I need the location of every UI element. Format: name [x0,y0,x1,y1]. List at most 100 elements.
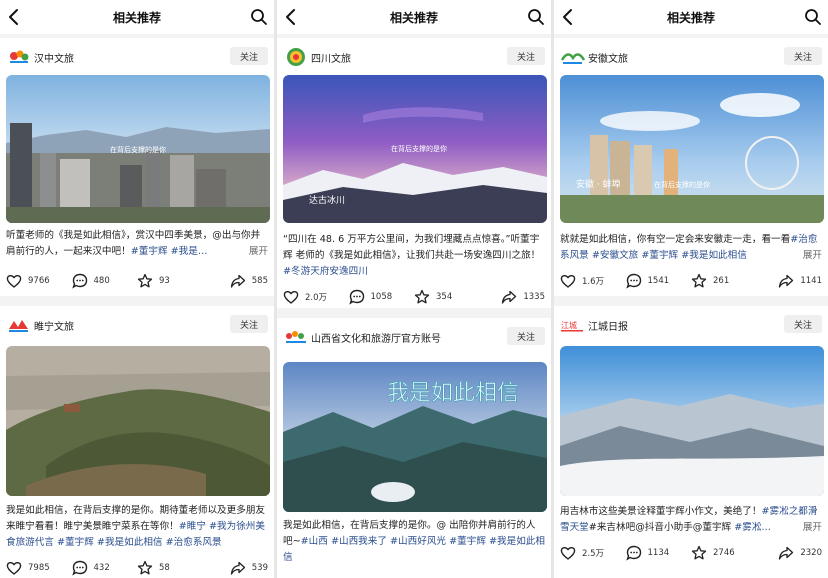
share-button[interactable]: 585 [203,273,268,289]
share-button[interactable]: 1335 [480,289,545,305]
hashtag[interactable]: #山西我来了 [331,536,387,547]
like-button[interactable]: 9766 [6,273,72,289]
hashtag[interactable]: #山西好风光 [390,536,446,547]
star-icon [691,273,707,288]
expand-link[interactable]: 展开 [803,520,822,536]
follow-button[interactable]: 关注 [507,327,545,345]
follow-button[interactable]: 关注 [507,47,545,65]
comment-button[interactable]: 1134 [625,545,692,561]
hashtag[interactable]: #董宇辉 [449,536,486,547]
hashtag[interactable]: #我是… [171,246,208,257]
post-caption[interactable]: 用吉林市这些美景诠释董宇辉小作文，美绝了！#雾凇之都滑雪天堂#来吉林吧@抖音小助… [560,504,822,536]
card-header: 睢宁文旅 关注 [0,306,274,344]
hashtag[interactable]: #安徽文旅 [592,250,638,261]
hashtag[interactable]: #山西 [301,536,328,547]
hashtag[interactable]: #董宇辉 [641,250,678,261]
search-icon[interactable] [250,8,268,26]
video-thumbnail[interactable]: 在背后支撑的是你 [6,75,270,223]
back-arrow-icon[interactable] [560,7,578,27]
hashtag[interactable]: #我是如此相信 [97,537,163,548]
follow-button[interactable]: 关注 [784,47,822,65]
share-button[interactable]: 2320 [757,545,822,561]
video-card[interactable]: 四川文旅 关注 在背后支撑的是你 达古冰川 “四川在 48. 6 万平方公里间，… [277,38,551,308]
video-thumbnail[interactable]: 我是如此相信 [283,362,547,512]
favorite-count: 93 [159,276,170,286]
hashtag[interactable]: #我是如此相信 [681,250,747,261]
video-card[interactable]: 江城 江城日报 关注 用吉林市这些美景诠释董宇辉小作文，美绝了！#雾凇之都滑雪天… [554,306,828,578]
account-logo[interactable] [6,315,32,335]
video-card[interactable]: 汉中文旅 关注 在背后支撑的是你 听董老师的《我是如此相信》，赏汉中四季美景，@… [0,38,274,296]
share-button[interactable]: 539 [203,560,268,576]
share-button[interactable]: 1141 [757,273,822,289]
like-button[interactable]: 1.6万 [560,273,626,289]
comment-button[interactable]: 1541 [625,273,692,289]
hashtag[interactable]: #冬游天府安逸四川 [283,266,368,277]
favorite-button[interactable]: 58 [137,560,203,576]
search-icon[interactable] [804,8,822,26]
hashtag[interactable]: #治愈系风景 [166,537,222,548]
action-bar: 9766 480 93 585 [6,272,268,290]
caption-text: 用吉林市这些美景诠释董宇辉小作文，美绝了！ [560,506,762,517]
account-name[interactable]: 安徽文旅 [588,50,628,65]
follow-button[interactable]: 关注 [230,315,268,333]
video-card[interactable]: 山西省文化和旅游厅官方账号 关注 我是如此相信 我是如此相信，在背后支撑的是你。… [277,318,551,578]
favorite-button[interactable]: 93 [137,273,203,289]
video-thumbnail[interactable]: 在背后支撑的是你 达古冰川 [283,75,547,223]
comment-button[interactable]: 480 [71,273,138,289]
comment-button[interactable]: 1058 [348,289,415,305]
video-thumbnail[interactable] [560,346,824,496]
favorite-button[interactable]: 2746 [691,545,757,561]
video-card[interactable]: 睢宁文旅 关注 我是如此相信，在背后支撑的是你。期待董老师以及更多朋友来睢宁看看… [0,306,274,578]
expand-link[interactable]: 展开 [249,244,268,260]
like-button[interactable]: 2.0万 [283,289,349,305]
favorite-button[interactable]: 261 [691,273,757,289]
post-caption[interactable]: 就就是如此相信，你有空一定会来安徽走一走，看一看#治愈系风景 #安徽文旅 #董宇… [560,232,822,264]
account-logo[interactable] [283,327,309,347]
share-count: 585 [251,276,268,286]
video-overlay-text: 在背后支撑的是你 [110,145,166,154]
caption-text: “四川在 48. 6 万平方公里间，为我们埋藏点点惊喜。”听董宇辉 老师的《我是… [283,234,541,261]
account-logo[interactable] [560,47,586,67]
post-caption[interactable]: 我是如此相信，在背后支撑的是你。@ 出陪你并肩前行的人吧~#山西 #山西我来了 … [283,518,545,568]
account-name[interactable]: 江城日报 [588,318,628,333]
back-arrow-icon[interactable] [283,7,301,27]
app-screens: 相关推荐 汉中文旅 关注 在背后支撑的是你 听董老师的《我是如此相信》，赏汉中四… [0,0,828,578]
post-caption[interactable]: 听董老师的《我是如此相信》，赏汉中四季美景，@出与你并肩前行的人，一起来汉中吧！… [6,228,268,260]
comment-icon [625,273,641,289]
comment-count: 1134 [647,548,670,558]
like-button[interactable]: 2.5万 [560,545,626,561]
account-name[interactable]: 四川文旅 [311,50,351,65]
screen-hanzhong: 相关推荐 汉中文旅 关注 在背后支撑的是你 听董老师的《我是如此相信》，赏汉中四… [0,0,274,578]
expand-link[interactable]: 展开 [803,248,822,264]
account-name[interactable]: 汉中文旅 [34,50,74,65]
account-name[interactable]: 山西省文化和旅游厅官方账号 [311,330,441,345]
follow-button[interactable]: 关注 [230,47,268,65]
comment-button[interactable]: 432 [71,560,138,576]
like-count: 2.0万 [305,293,328,303]
account-logo[interactable] [283,47,309,67]
video-thumbnail[interactable] [6,346,270,496]
hashtag[interactable]: #董宇辉 [57,537,94,548]
page-title: 相关推荐 [666,10,715,25]
share-count: 1141 [800,276,822,286]
account-logo[interactable] [6,47,32,67]
like-button[interactable]: 7985 [6,560,72,576]
favorite-button[interactable]: 354 [414,289,480,305]
follow-button[interactable]: 关注 [784,315,822,333]
video-thumbnail[interactable]: 安徽 · 蚌埠 在背后支撑的是你 [560,75,824,223]
account-logo[interactable]: 江城 [560,315,586,335]
post-caption[interactable]: 我是如此相信，在背后支撑的是你。期待董老师以及更多朋友来睢宁看看！睢宁美景睢宁菜… [6,503,268,551]
post-caption[interactable]: “四川在 48. 6 万平方公里间，为我们埋藏点点惊喜。”听董宇辉 老师的《我是… [283,232,545,280]
search-icon[interactable] [527,8,545,26]
favorite-count: 2746 [713,548,735,558]
heart-icon [283,290,299,304]
share-count: 2320 [800,548,822,558]
top-bar: 相关推荐 [0,0,274,34]
hashtag[interactable]: #睢宁 [179,521,206,532]
hashtag[interactable]: #雾凇… [734,522,771,533]
video-card[interactable]: 安徽文旅 关注 安徽 · 蚌埠 在背后支撑的是你 就就是如此相信，你有空一定会来… [554,38,828,296]
back-arrow-icon[interactable] [6,7,24,27]
account-name[interactable]: 睢宁文旅 [34,318,74,333]
card-header: 江城 江城日报 关注 [554,306,828,344]
hashtag[interactable]: #董宇辉 [131,246,168,257]
